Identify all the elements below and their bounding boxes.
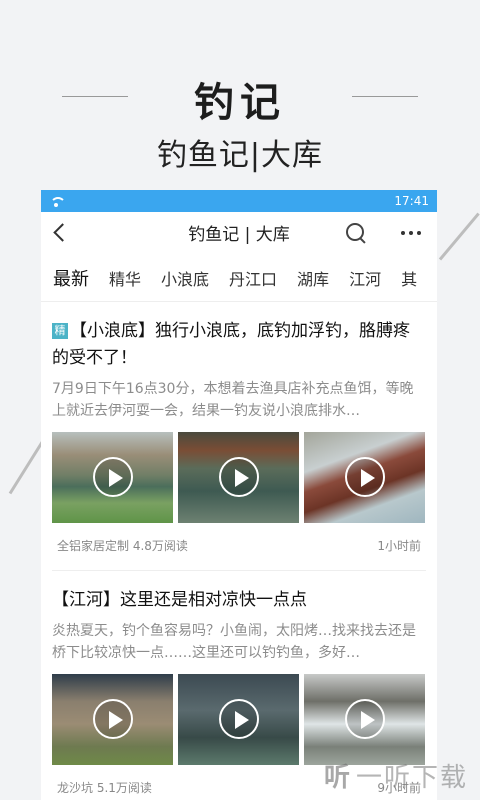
tab-featured[interactable]: 精华 [109,266,141,290]
play-icon[interactable] [93,699,133,739]
author-views: 龙沙坑 5.1万阅读 [57,781,152,795]
article-card[interactable]: 精【小浪底】独行小浪底，底钓加浮钓，胳膊疼的受不了！ 7月9日下午16点30分，… [41,318,437,571]
tab-xiaolangdi[interactable]: 小浪底 [161,266,209,290]
tab-rivers[interactable]: 江河 [349,266,381,290]
tab-latest[interactable]: 最新 [53,265,89,291]
video-thumbnail[interactable] [304,674,425,765]
video-thumbnail[interactable] [304,432,425,523]
video-thumbnails [52,674,426,765]
tab-danjiangkou[interactable]: 丹江口 [229,266,277,290]
more-options-icon[interactable] [401,231,421,235]
video-thumbnail[interactable] [178,674,299,765]
decor-line [438,212,480,261]
wifi-icon [49,196,66,207]
category-tabs: 最新 精华 小浪底 丹江口 湖库 江河 其 [41,254,437,302]
play-icon[interactable] [345,699,385,739]
tab-lakes[interactable]: 湖库 [297,266,329,290]
video-thumbnail[interactable] [178,432,299,523]
play-icon[interactable] [219,699,259,739]
article-title[interactable]: 精【小浪底】独行小浪底，底钓加浮钓，胳膊疼的受不了！ [52,318,426,372]
video-thumbnails [52,432,426,523]
divider [52,570,426,571]
watermark-text: 一听下载 [355,763,468,793]
phone-screen: 17:41 钓鱼记 | 大库 最新 精华 小浪底 丹江口 湖库 江河 其 精【小… [41,190,437,800]
post-time: 1小时前 [377,539,421,553]
status-bar: 17:41 [41,190,437,212]
play-icon[interactable] [219,457,259,497]
article-title[interactable]: 【江河】这里还是相对凉快一点点 [52,587,426,614]
video-thumbnail[interactable] [52,432,173,523]
watermark: 听一听下载 [324,757,468,794]
status-time: 17:41 [394,194,429,208]
watermark-logo: 听 [323,763,352,793]
article-meta: 全铝家居定制 4.8万阅读 1小时前 [52,537,426,554]
promo-title: 钓记 [194,80,286,126]
article-excerpt: 7月9日下午16点30分，本想着去渔具店补充点鱼饵，等晚上就近去伊河耍一会，结果… [52,381,414,419]
play-icon[interactable] [345,457,385,497]
search-icon[interactable] [345,222,367,244]
back-arrow-icon[interactable] [51,224,67,240]
featured-badge: 精 [52,323,68,339]
nav-bar: 钓鱼记 | 大库 [41,212,437,254]
play-icon[interactable] [93,457,133,497]
article-title-text: 【小浪底】独行小浪底，底钓加浮钓，胳膊疼的受不了！ [52,321,410,368]
article-excerpt: 炎热夏天，钓个鱼容易吗？小鱼闹，太阳烤…找来找去还是桥下比较凉快一点……这里还可… [52,623,416,661]
promo-subtitle: 钓鱼记|大库 [156,138,324,173]
tab-other[interactable]: 其 [401,266,417,290]
video-thumbnail[interactable] [52,674,173,765]
page-title: 钓鱼记 | 大库 [188,225,290,245]
promo-header: 钓记 钓鱼记|大库 [0,0,480,190]
author-views: 全铝家居定制 4.8万阅读 [57,539,188,553]
